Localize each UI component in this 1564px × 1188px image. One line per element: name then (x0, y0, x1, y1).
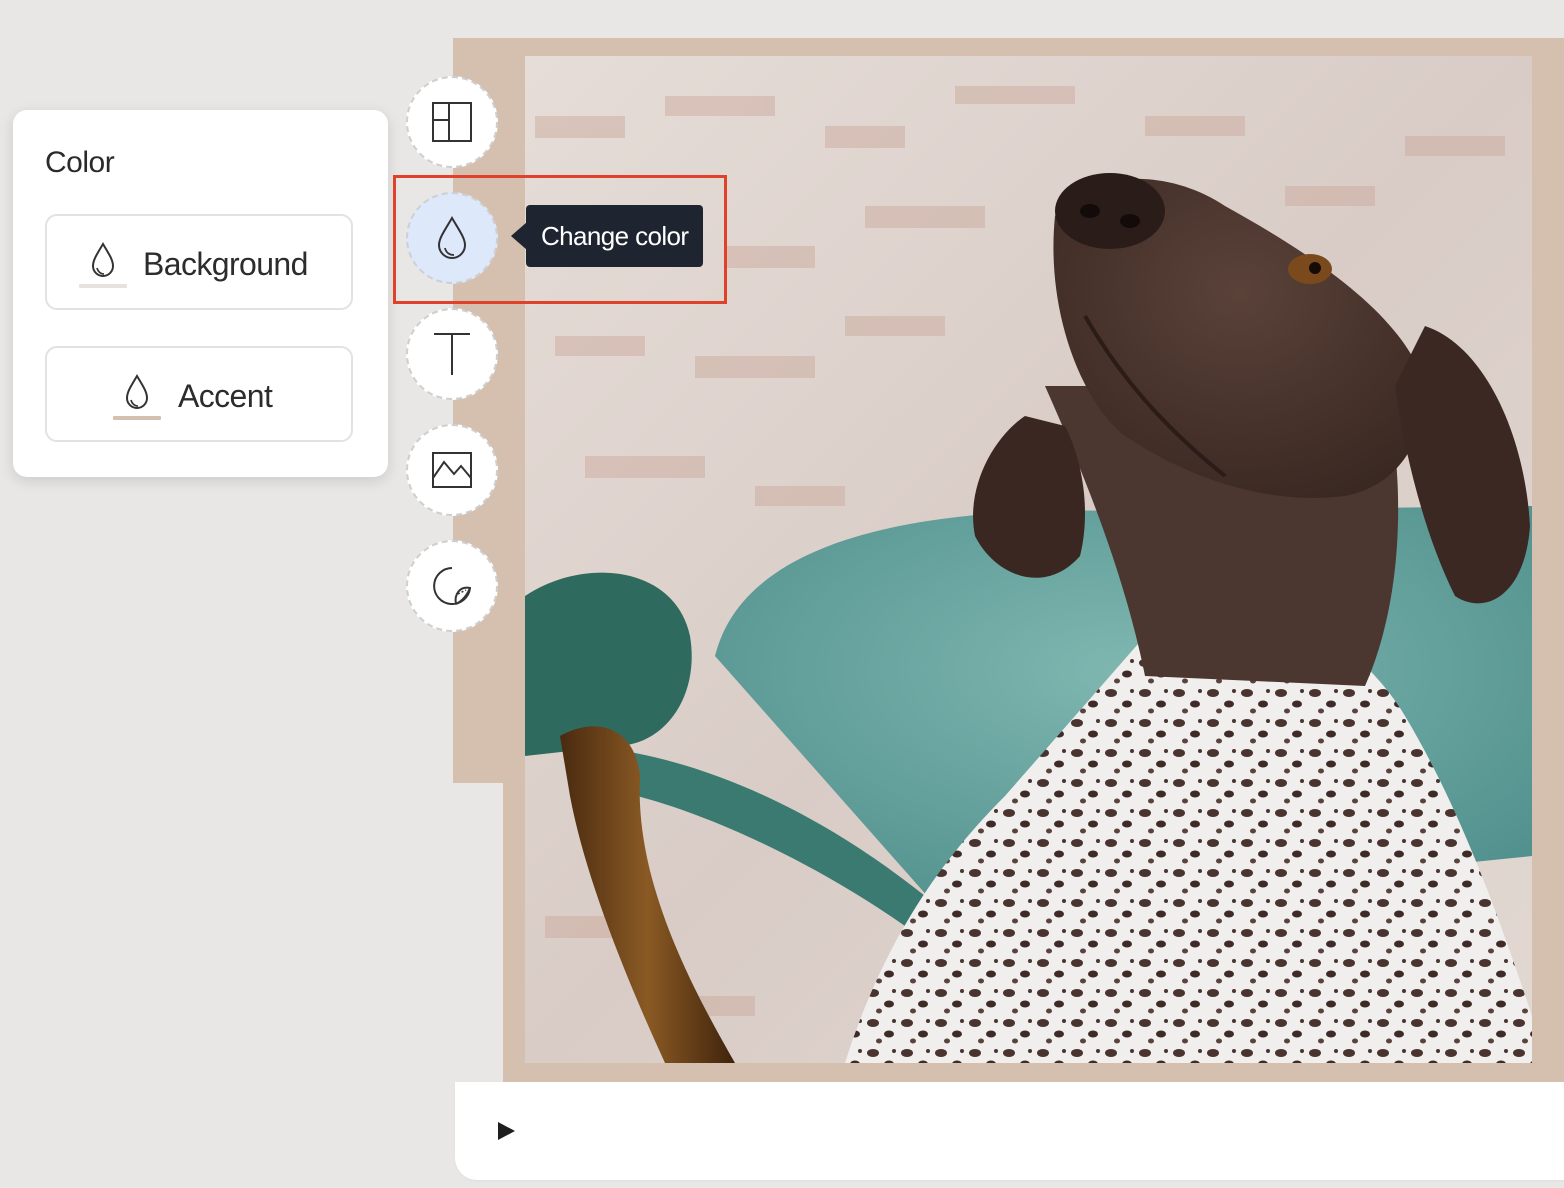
panel-title: Color (45, 146, 115, 179)
play-button[interactable] (491, 1116, 521, 1146)
play-icon (498, 1122, 515, 1140)
color-panel: Color Background Accent (13, 110, 388, 477)
text-tool-button[interactable] (406, 308, 498, 400)
tooltip-arrow (511, 222, 527, 250)
accent-color-button[interactable]: Accent (45, 346, 353, 442)
change-color-tooltip: Change color (526, 205, 704, 267)
accent-swatch (113, 416, 161, 420)
background-label: Background (143, 246, 308, 282)
text-icon (434, 333, 470, 375)
sticker-icon (433, 567, 472, 605)
layout-tool-button[interactable] (406, 76, 498, 168)
background-color-button[interactable]: Background (45, 214, 353, 310)
accent-label: Accent (178, 378, 273, 414)
droplet-icon (113, 372, 161, 420)
sticker-tool-button[interactable] (406, 540, 498, 632)
image-icon (432, 452, 472, 488)
droplet-icon (79, 240, 127, 288)
background-swatch (79, 284, 127, 288)
image-tool-button[interactable] (406, 424, 498, 516)
preview-bar (455, 1082, 1564, 1180)
layout-icon (432, 102, 472, 142)
